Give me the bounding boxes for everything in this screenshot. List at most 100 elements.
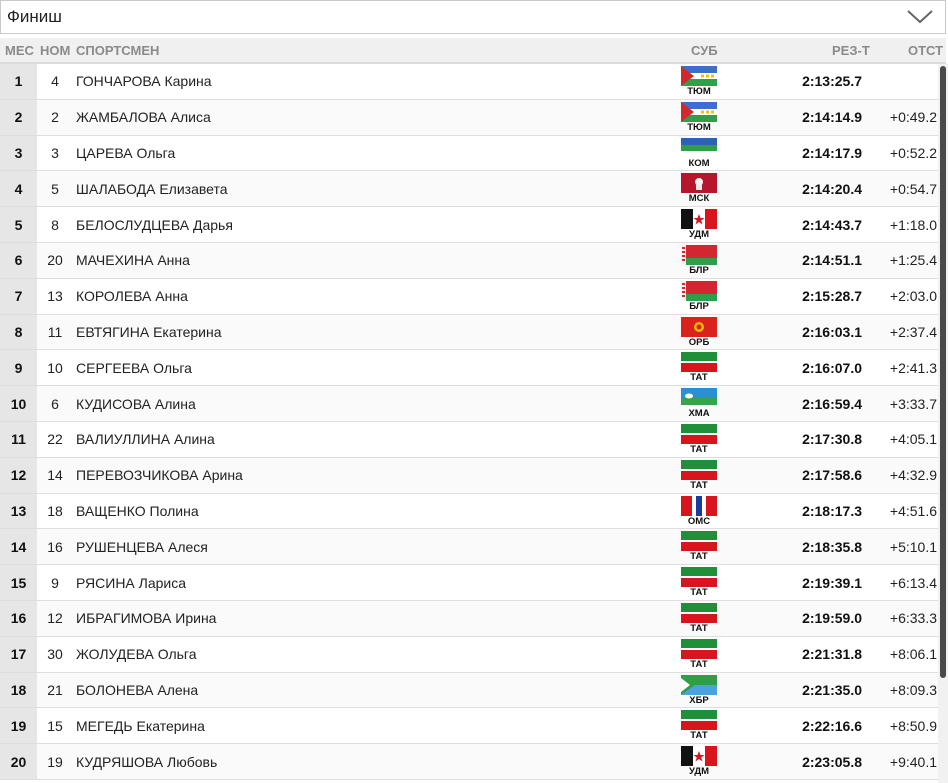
table-row[interactable]: 8 11 ЕВТЯГИНА Екатерина ОРБ 2:16:03.1 +2:37.4 xyxy=(0,314,938,351)
time-gap: +6:33.3 xyxy=(889,610,937,627)
column-header-result[interactable]: РЕЗ-Т xyxy=(832,43,870,58)
region-code: ТАТ xyxy=(690,622,708,634)
place-cell: 2 xyxy=(0,99,37,135)
result-time: 2:21:31.8 xyxy=(802,646,862,663)
athlete-name[interactable]: БОЛОНЕВА Алена xyxy=(76,673,198,708)
table-row[interactable]: 13 18 ВАЩЕНКО Полина ОМС 2:18:17.3 +4:51.6 xyxy=(0,493,938,530)
bib-cell: 4 xyxy=(51,73,59,90)
chevron-down-icon[interactable] xyxy=(905,7,935,27)
scrollbar[interactable] xyxy=(938,64,948,783)
region-cell: УДМ xyxy=(680,209,718,241)
athlete-name[interactable]: ВАЩЕНКО Полина xyxy=(76,494,199,529)
table-row[interactable]: 4 5 ШАЛАБОДА Елизавета МСК 2:14:20.4 +0:54.7 xyxy=(0,171,938,208)
athlete-name[interactable]: БЕЛОСЛУДЦЕВА Дарья xyxy=(76,207,233,242)
athlete-name[interactable]: ЖАМБАЛОВА Алиса xyxy=(76,100,211,135)
column-header-region[interactable]: СУБ xyxy=(691,43,718,58)
region-flag-icon xyxy=(681,352,717,373)
region-code: УДМ xyxy=(688,229,710,241)
table-row[interactable]: 17 30 ЖОЛУДЕВА Ольга ТАТ 2:21:31.8 +8:06.1 xyxy=(0,636,938,673)
athlete-name[interactable]: КОРОЛЕВА Анна xyxy=(76,279,188,314)
region-flag-icon xyxy=(681,459,717,480)
place-cell: 15 xyxy=(0,565,37,600)
athlete-name[interactable]: ИБРАГИМОВА Ирина xyxy=(76,601,216,636)
bib-cell: 13 xyxy=(47,288,63,305)
scrollbar-thumb[interactable] xyxy=(940,66,946,678)
table-row[interactable]: 16 12 ИБРАГИМОВА Ирина ТАТ 2:19:59.0 +6:33.3 xyxy=(0,600,938,637)
athlete-name[interactable]: ЦАРЕВА Ольга xyxy=(76,136,175,171)
table-row[interactable]: 11 22 ВАЛИУЛЛИНА Алина ТАТ 2:17:30.8 +4:05.1 xyxy=(0,421,938,458)
region-code: ТЮМ xyxy=(687,121,711,133)
table-row[interactable]: 12 14 ПЕРЕВОЗЧИКОВА Арина ТАТ 2:17:58.6 +4:32… xyxy=(0,457,938,494)
table-row[interactable]: 19 15 МЕГЕДЬ Екатерина ТАТ 2:22:16.6 +8:50.9 xyxy=(0,708,938,745)
region-flag-icon xyxy=(681,495,717,516)
bib-cell: 20 xyxy=(47,252,63,269)
region-flag-icon xyxy=(681,209,717,230)
time-gap: +8:50.9 xyxy=(889,717,937,734)
region-cell: ТАТ xyxy=(680,638,718,671)
time-gap: +2:37.4 xyxy=(889,323,937,340)
table-row[interactable]: 9 10 СЕРГЕЕВА Ольга ТАТ 2:16:07.0 +2:41.3 xyxy=(0,350,938,387)
table-row[interactable]: 3 3 ЦАРЕВА Ольга КОМ 2:14:17.9 +0:52.2 xyxy=(0,135,938,172)
region-flag-icon xyxy=(681,638,717,659)
table-row[interactable]: 10 6 КУДИСОВА Алина ХМА 2:16:59.4 +3:33.7 xyxy=(0,386,938,422)
athlete-name[interactable]: РЯСИНА Лариса xyxy=(76,565,186,600)
table-row[interactable]: 7 13 КОРОЛЕВА Анна БЛР 2:15:28.7 +2:03.0 xyxy=(0,278,938,315)
region-flag-icon xyxy=(681,710,717,731)
table-row[interactable]: 5 8 БЕЛОСЛУДЦЕВА Дарья УДМ 2:14:43.7 +1:18.0 xyxy=(0,207,938,243)
region-flag-icon xyxy=(681,137,717,158)
region-code: МСК xyxy=(688,193,710,205)
athlete-name[interactable]: МЕГЕДЬ Екатерина xyxy=(76,708,205,743)
time-gap: +0:49.2 xyxy=(889,109,937,126)
table-row[interactable]: 20 19 КУДРЯШОВА Любовь УДМ 2:23:05.8 +9:40.1 xyxy=(0,744,938,780)
athlete-name[interactable]: ШАЛАБОДА Елизавета xyxy=(76,171,228,206)
column-header-gap[interactable]: ОТСТ xyxy=(908,43,943,58)
result-time: 2:16:59.4 xyxy=(802,395,862,412)
table-row[interactable]: 14 16 РУШЕНЦЕВА Алеся ТАТ 2:18:35.8 +5:10.1 xyxy=(0,529,938,566)
athlete-name[interactable]: КУДРЯШОВА Любовь xyxy=(76,744,217,779)
time-gap: +3:33.7 xyxy=(889,395,937,412)
result-time: 2:17:30.8 xyxy=(802,431,862,448)
results-list: 1 4 ГОНЧАРОВА Карина ТЮМ 2:13:25.7 2 2 ЖАМБАЛОВ… xyxy=(0,64,938,783)
athlete-name[interactable]: ЖОЛУДЕВА Ольга xyxy=(76,637,197,672)
region-flag-icon xyxy=(681,531,717,552)
bib-cell: 5 xyxy=(51,180,59,197)
table-header: МЕС НОМ СПОРТСМЕН СУБ РЕЗ-Т ОТСТ xyxy=(0,38,946,64)
table-row[interactable]: 15 9 РЯСИНА Лариса ТАТ 2:19:39.1 +6:13.4 xyxy=(0,565,938,601)
column-header-athlete[interactable]: СПОРТСМЕН xyxy=(76,43,159,58)
table-row[interactable]: 1 4 ГОНЧАРОВА Карина ТЮМ 2:13:25.7 xyxy=(0,64,938,100)
region-cell: ТАТ xyxy=(680,710,718,742)
place-cell: 6 xyxy=(0,242,37,278)
athlete-name[interactable]: СЕРГЕЕВА Ольга xyxy=(76,350,192,385)
result-time: 2:19:59.0 xyxy=(802,610,862,627)
result-time: 2:21:35.0 xyxy=(802,681,862,698)
result-time: 2:16:07.0 xyxy=(802,359,862,376)
table-row[interactable]: 2 2 ЖАМБАЛОВА Алиса ТЮМ 2:14:14.9 +0:49.2 xyxy=(0,99,938,136)
place-cell: 10 xyxy=(0,386,37,421)
athlete-name[interactable]: ГОНЧАРОВА Карина xyxy=(76,64,212,99)
column-header-place[interactable]: МЕС xyxy=(5,43,34,58)
table-row[interactable]: 18 21 БОЛОНЕВА Алена ХБР 2:21:35.0 +8:09.3 xyxy=(0,672,938,709)
column-header-bib[interactable]: НОМ xyxy=(40,43,70,58)
athlete-name[interactable]: ЕВТЯГИНА Екатерина xyxy=(76,315,222,350)
region-cell: ХБР xyxy=(680,674,718,707)
region-cell: КОМ xyxy=(680,137,718,170)
table-row[interactable]: 6 20 МАЧЕХИНА Анна БЛР 2:14:51.1 +1:25.4 xyxy=(0,242,938,279)
athlete-name[interactable]: КУДИСОВА Алина xyxy=(76,386,196,421)
bib-cell: 8 xyxy=(51,216,59,233)
athlete-name[interactable]: РУШЕНЦЕВА Алеся xyxy=(76,529,208,564)
bib-cell: 21 xyxy=(47,681,63,698)
athlete-name[interactable]: ПЕРЕВОЗЧИКОВА Арина xyxy=(76,458,243,493)
time-gap: +5:10.1 xyxy=(889,538,937,555)
region-flag-icon xyxy=(681,746,717,767)
region-flag-icon xyxy=(681,66,717,86)
place-cell: 19 xyxy=(0,708,37,744)
athlete-name[interactable]: ВАЛИУЛЛИНА Алина xyxy=(76,422,215,457)
place-cell: 4 xyxy=(0,171,37,207)
region-code: БЛР xyxy=(689,300,709,312)
athlete-name[interactable]: МАЧЕХИНА Анна xyxy=(76,243,190,278)
stage-select[interactable]: Финиш xyxy=(0,0,946,34)
place-cell: 14 xyxy=(0,529,37,565)
region-code: ТАТ xyxy=(690,443,708,455)
region-flag-icon xyxy=(681,423,717,444)
time-gap: +0:52.2 xyxy=(889,144,937,161)
